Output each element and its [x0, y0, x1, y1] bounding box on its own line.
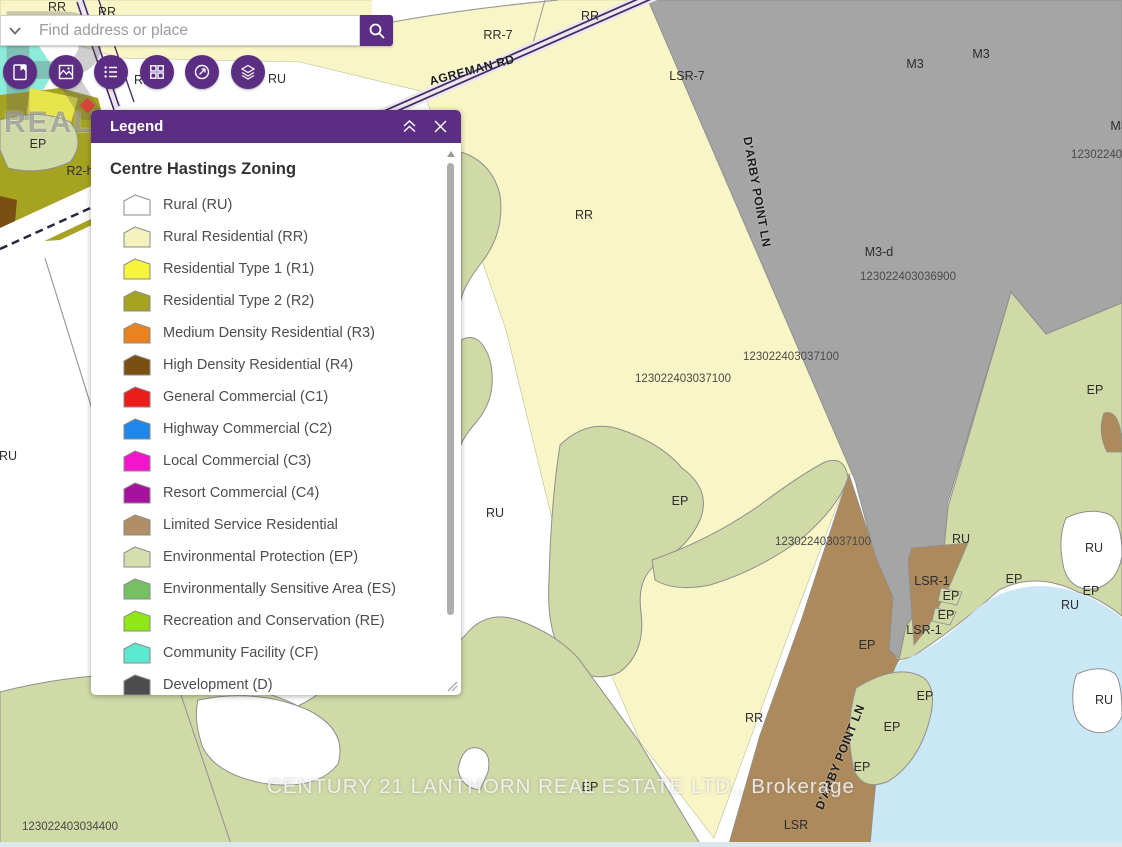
legend-item-label: Community Facility (CF) [163, 645, 318, 661]
legend-item: Medium Density Residential (R3) [110, 317, 461, 349]
legend-layer-heading: Centre Hastings Zoning [110, 160, 461, 179]
zone-ru-island-1[interactable] [1061, 511, 1122, 589]
legend-panel-header[interactable]: Legend [91, 110, 461, 143]
zone-ep-blob-topleft[interactable] [0, 114, 78, 170]
zone-ru-island-2[interactable] [1073, 669, 1122, 733]
legend-item: Rural (RU) [110, 189, 461, 221]
legend-item-label: Recreation and Conservation (RE) [163, 613, 385, 629]
bookmarks-button[interactable] [3, 55, 37, 89]
legend-swatch [123, 450, 151, 472]
search-source-dropdown[interactable] [0, 15, 29, 46]
layers-button[interactable] [231, 55, 265, 89]
legend-item: Highway Commercial (C2) [110, 413, 461, 445]
legend-scrollbar [447, 157, 455, 695]
legend-item: General Commercial (C1) [110, 381, 461, 413]
bookmark-icon [11, 63, 29, 81]
panel-resize-handle[interactable] [446, 680, 458, 692]
legend-swatch [123, 546, 151, 568]
legend-panel-title: Legend [110, 118, 389, 135]
map-toolbar [3, 55, 265, 89]
legend-swatch [123, 482, 151, 504]
legend-swatch [123, 674, 151, 695]
legend-swatch [123, 610, 151, 632]
legend-item: Resort Commercial (C4) [110, 477, 461, 509]
search-input[interactable] [29, 15, 360, 46]
legend-item-label: Local Commercial (C3) [163, 453, 311, 469]
legend-item: Local Commercial (C3) [110, 445, 461, 477]
apps-button[interactable] [140, 55, 174, 89]
legend-panel-body: Centre Hastings Zoning Rural (RU) Rural R… [91, 143, 461, 695]
measure-compass-icon [193, 63, 211, 81]
legend-swatch [123, 226, 151, 248]
legend-swatch [123, 194, 151, 216]
legend-item-label: Rural (RU) [163, 197, 232, 213]
legend-item: Environmentally Sensitive Area (ES) [110, 573, 461, 605]
legend-item-label: Highway Commercial (C2) [163, 421, 332, 437]
legend-swatch [123, 258, 151, 280]
legend-swatch [123, 354, 151, 376]
legend-item-label: Limited Service Residential [163, 517, 338, 533]
legend-item-label: Residential Type 2 (R2) [163, 293, 314, 309]
legend-item: Limited Service Residential [110, 509, 461, 541]
legend-item: Community Facility (CF) [110, 637, 461, 669]
collapse-double-chevron-icon [401, 119, 418, 134]
legend-item-label: Medium Density Residential (R3) [163, 325, 375, 341]
legend-swatch [123, 322, 151, 344]
search-icon [368, 22, 386, 40]
legend-items-list: Rural (RU) Rural Residential (RR) Resident… [110, 189, 461, 695]
legend-item-label: Environmental Protection (EP) [163, 549, 358, 565]
legend-swatch [123, 642, 151, 664]
legend-button[interactable] [94, 55, 128, 89]
legend-item: Environmental Protection (EP) [110, 541, 461, 573]
search-bar [0, 15, 393, 46]
legend-item-label: Resort Commercial (C4) [163, 485, 319, 501]
scroll-up-arrow-icon[interactable] [447, 151, 455, 157]
legend-item-label: High Density Residential (R4) [163, 357, 353, 373]
legend-item-label: Rural Residential (RR) [163, 229, 308, 245]
layers-icon [239, 63, 257, 81]
zoning-map-app: R REALTOR CENTURY 21 LANTHORN REAL ESTAT… [0, 0, 1122, 847]
legend-item: Recreation and Conservation (RE) [110, 605, 461, 637]
legend-swatch [123, 418, 151, 440]
legend-item-label: Residential Type 1 (R1) [163, 261, 314, 277]
measure-button[interactable] [185, 55, 219, 89]
legend-swatch [123, 514, 151, 536]
legend-list-icon [102, 63, 120, 81]
scrollbar-thumb[interactable] [447, 163, 454, 615]
legend-swatch [123, 386, 151, 408]
basemap-gallery-button[interactable] [49, 55, 83, 89]
map-bottom-strip [0, 842, 1122, 847]
close-icon [433, 119, 448, 134]
legend-item: Residential Type 2 (R2) [110, 285, 461, 317]
legend-item: Development (D) [110, 669, 461, 695]
legend-item: High Density Residential (R4) [110, 349, 461, 381]
app-grid-icon [148, 63, 166, 81]
chevron-down-icon [9, 27, 21, 35]
legend-close-button[interactable] [430, 116, 451, 137]
legend-item-label: Environmentally Sensitive Area (ES) [163, 581, 396, 597]
legend-swatch [123, 578, 151, 600]
legend-item: Rural Residential (RR) [110, 221, 461, 253]
legend-item: Residential Type 1 (R1) [110, 253, 461, 285]
legend-collapse-button[interactable] [398, 116, 421, 137]
legend-item-label: General Commercial (C1) [163, 389, 328, 405]
legend-item-label: Development (D) [163, 677, 273, 693]
basemap-image-icon [57, 63, 75, 81]
search-button[interactable] [360, 15, 393, 46]
legend-swatch [123, 290, 151, 312]
legend-panel: Legend Centre Hastings Zoning Rural (RU)… [91, 110, 461, 695]
